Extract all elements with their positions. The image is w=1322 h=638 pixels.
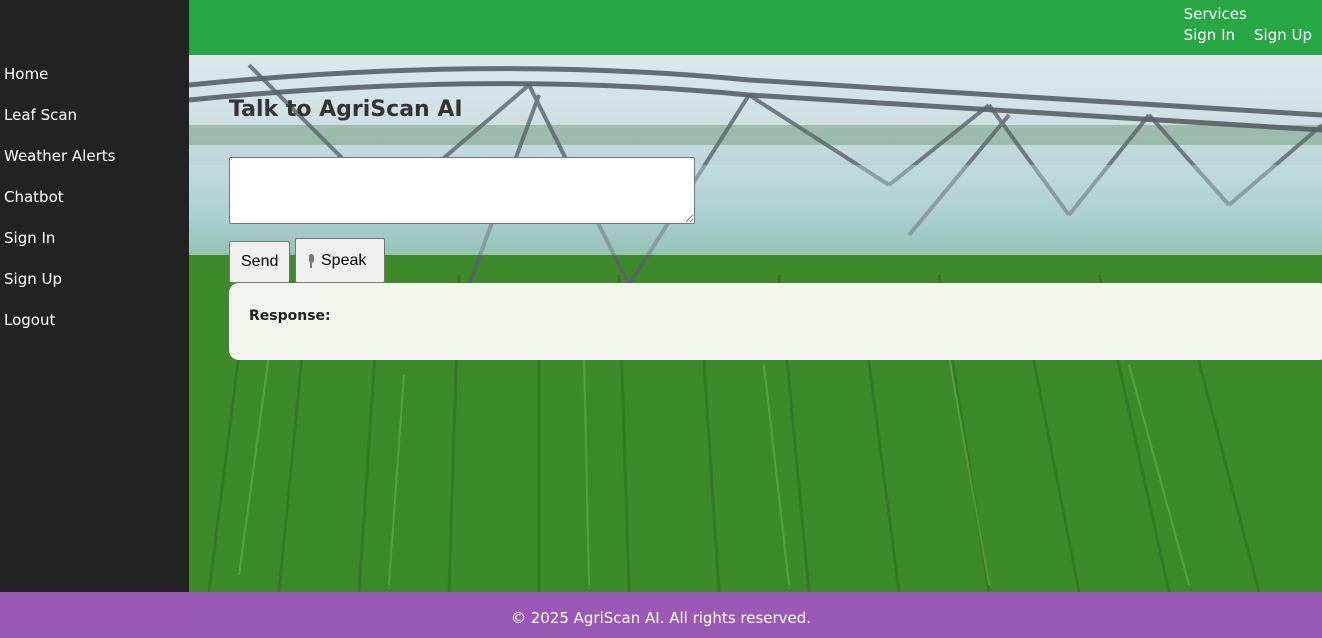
sidebar: Home Leaf Scan Weather Alerts Chatbot Si… [0,0,189,592]
top-nav-services[interactable]: Services [1184,5,1312,24]
send-button-label: Send [241,253,279,270]
speak-button-label: Speak [321,251,367,269]
sidebar-item-leaf-scan[interactable]: Leaf Scan [0,105,189,146]
sidebar-item-sign-up[interactable]: Sign Up [0,269,189,310]
chat-message-input[interactable] [229,157,695,224]
top-bar: Services Sign In Sign Up [189,0,1322,55]
top-nav-sign-up[interactable]: Sign Up [1254,24,1312,46]
chatbot-main: Talk to AgriScan AI Send Speak Response: [189,55,1322,592]
footer: © 2025 AgriScan AI. All rights reserved. [0,592,1322,638]
sidebar-item-home[interactable]: Home [0,64,189,105]
response-panel: Response: [229,283,1322,360]
sidebar-menu: Home Leaf Scan Weather Alerts Chatbot Si… [0,0,189,351]
footer-copyright: © 2025 AgriScan AI. All rights reserved. [510,609,812,627]
top-nav-auth-links: Sign In Sign Up [1184,24,1312,46]
sidebar-item-sign-in[interactable]: Sign In [0,228,189,269]
sidebar-item-weather-alerts[interactable]: Weather Alerts [0,146,189,187]
top-nav: Services Sign In Sign Up [1184,5,1312,46]
send-button[interactable]: Send [229,241,290,283]
sidebar-item-chatbot[interactable]: Chatbot [0,187,189,228]
sidebar-item-logout[interactable]: Logout [0,310,189,351]
microphone-icon [307,253,315,268]
top-nav-sign-in[interactable]: Sign In [1184,24,1235,46]
page-title: Talk to AgriScan AI [229,97,463,122]
speak-button[interactable]: Speak [295,238,385,283]
response-label: Response: [249,308,331,324]
